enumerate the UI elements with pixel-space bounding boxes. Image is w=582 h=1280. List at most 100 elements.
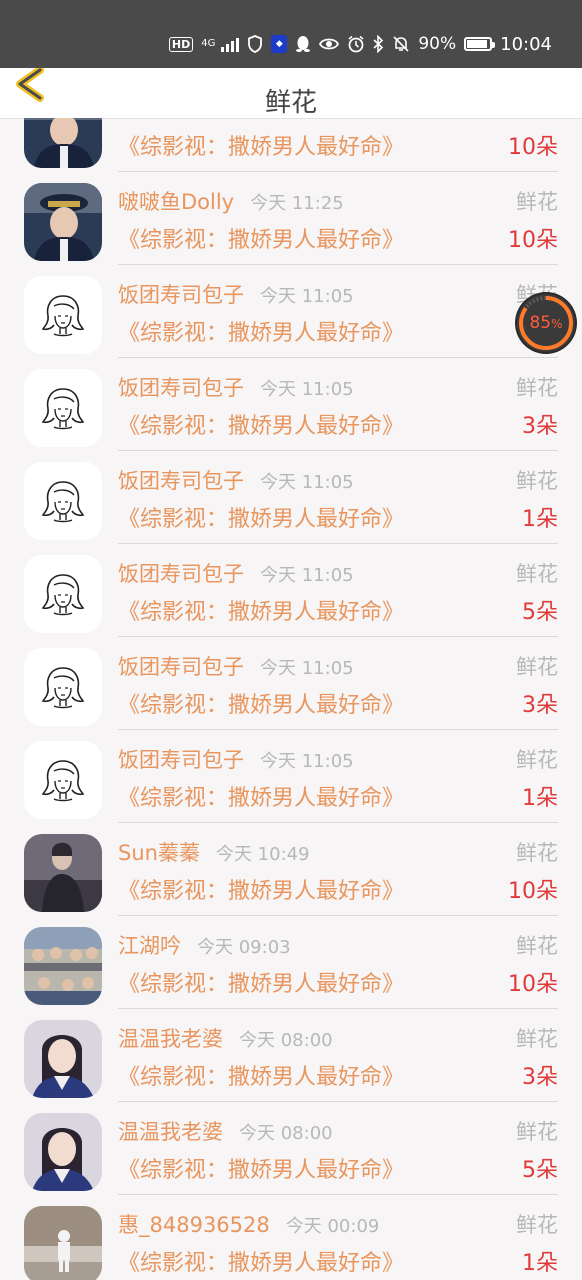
user-name[interactable]: 惠_848936528 (118, 1213, 270, 1237)
flower-count: 5朵 (522, 600, 558, 625)
user-name[interactable]: 温温我老婆 (118, 1027, 223, 1051)
gift-time: 今天 11:05 (260, 379, 354, 400)
book-title[interactable]: 《综影视：撒娇男人最好命》 (118, 873, 404, 905)
battery-icon (464, 37, 496, 51)
avatar[interactable] (24, 741, 102, 819)
flower-count: 1朵 (522, 1251, 558, 1276)
gift-type: 鲜花 (516, 748, 558, 772)
list-item[interactable]: 饭团寿司包子 今天 11:05 鲜花《综影视：撒娇男人最好命》 5朵 (0, 543, 582, 637)
book-title[interactable]: 《综影视：撒娇男人最好命》 (118, 315, 404, 347)
list-item[interactable]: 惠_848936528 今天 00:09 鲜花《综影视：撒娇男人最好命》 1朵 (0, 1194, 582, 1280)
avatar[interactable] (24, 555, 102, 633)
list-item[interactable]: 温温我老婆 今天 08:00 鲜花 《综影视：撒娇男人最好命》 5朵 (0, 1101, 582, 1195)
alarm-icon (347, 35, 365, 53)
list-item[interactable]: 啵啵鱼Dolly 今天 11:25 鲜花《综影视：撒娇男人最好命》 10朵 (0, 171, 582, 265)
gift-type: 鲜花 (516, 1027, 558, 1051)
avatar[interactable] (24, 1020, 102, 1098)
list-item-content: 惠_848936528 今天 00:09 鲜花《综影视：撒娇男人最好命》 1朵 (118, 1194, 558, 1280)
gift-type: 鲜花 (516, 190, 558, 214)
list-item[interactable]: 饭团寿司包子 今天 11:05 鲜花 《综影视：撒娇男人最好命》 1朵 (0, 729, 582, 823)
user-name[interactable]: 饭团寿司包子 (118, 562, 244, 586)
list-item-content: 饭团寿司包子 今天 11:05 鲜花 《综影视：撒娇男人最好命》 3朵 (118, 357, 558, 451)
list-item[interactable]: 饭团寿司包子 今天 11:05 鲜花《综影视：撒娇男人最好命》 1朵 (0, 450, 582, 544)
page-title: 鲜花 (264, 88, 317, 118)
gift-time: 今天 00:09 (285, 1216, 380, 1237)
gift-time: 今天 11:05 (260, 565, 354, 586)
user-name[interactable]: 饭团寿司包子 (118, 469, 244, 493)
eye-icon (319, 37, 340, 51)
user-name[interactable]: 饭团寿司包子 (118, 283, 244, 307)
user-name[interactable]: 啵啵鱼Dolly (118, 190, 234, 214)
battery-percent: 90% (418, 34, 457, 54)
status-bar: HD 4G ◆ 90% 10:04 (0, 0, 582, 68)
widget-value: 85 (529, 313, 552, 333)
avatar[interactable] (24, 118, 102, 168)
avatar[interactable] (24, 834, 102, 912)
book-title[interactable]: 《综影视：撒娇男人最好命》 (118, 966, 404, 998)
flower-gift-list[interactable]: 《综影视：撒娇男人最好命》 10朵 啵啵鱼Dolly 今天 11:25 鲜花 《综影视：撒… (0, 118, 582, 1280)
book-title[interactable]: 《综影视：撒娇男人最好命》 (118, 1152, 404, 1184)
gift-time: 今天 08:00 (239, 1030, 333, 1051)
list-item-content: 饭团寿司包子今天 11:05鲜花《综影视：撒娇男人最好命》 (118, 264, 558, 358)
flower-count: 10朵 (508, 228, 558, 253)
gift-type: 鲜花 (516, 934, 558, 958)
list-item-content: 《综影视：撒娇男人最好命》 10朵 (118, 118, 558, 172)
book-title[interactable]: 《综影视：撒娇男人最好命》 (118, 1059, 404, 1091)
list-item-content: 饭团寿司包子 今天 11:05 鲜花 《综影视：撒娇男人最好命》 1朵 (118, 729, 558, 823)
gift-time: 今天 11:25 (250, 193, 344, 214)
book-title[interactable]: 《综影视：撒娇男人最好命》 (118, 780, 404, 812)
avatar[interactable] (24, 462, 102, 540)
user-name[interactable]: 江湖吟 (118, 934, 181, 958)
gift-time: 今天 10:49 (215, 844, 310, 865)
list-item[interactable]: 饭团寿司包子 今天 11:05 鲜花 《综影视：撒娇男人最好命》 3朵 (0, 636, 582, 730)
user-name[interactable]: 饭团寿司包子 (118, 655, 244, 679)
gift-time: 今天 08:00 (239, 1123, 333, 1144)
avatar[interactable] (24, 1206, 102, 1280)
list-item[interactable]: 温温我老婆 今天 08:00 鲜花《综影视：撒娇男人最好命》 3朵 (0, 1008, 582, 1102)
avatar[interactable] (24, 648, 102, 726)
flower-count: 3朵 (522, 693, 558, 718)
user-name[interactable]: 饭团寿司包子 (118, 376, 244, 400)
avatar[interactable] (24, 183, 102, 261)
gift-time: 今天 09:03 (197, 937, 291, 958)
flower-count: 1朵 (522, 786, 558, 811)
list-item[interactable]: 江湖吟 今天 09:03 鲜花 《综影视：撒娇男人最好命》 10朵 (0, 915, 582, 1009)
avatar[interactable] (24, 1113, 102, 1191)
list-item-content: 啵啵鱼Dolly 今天 11:25 鲜花《综影视：撒娇男人最好命》 10朵 (118, 171, 558, 265)
book-title[interactable]: 《综影视：撒娇男人最好命》 (118, 222, 404, 254)
list-item[interactable]: Sun蓁蓁 今天 10:49 鲜花 《综影视：撒娇男人最好命》 10朵 (0, 822, 582, 916)
signal-icon (221, 36, 240, 52)
list-item[interactable]: 《综影视：撒娇男人最好命》 10朵 (0, 118, 582, 172)
network-type: 4G (201, 38, 216, 49)
gift-type: 鲜花 (516, 1213, 558, 1237)
gift-type: 鲜花 (516, 376, 558, 400)
book-title[interactable]: 《综影视：撒娇男人最好命》 (118, 129, 404, 161)
gift-type: 鲜花 (516, 655, 558, 679)
flower-count: 3朵 (522, 1065, 558, 1090)
book-title[interactable]: 《综影视：撒娇男人最好命》 (118, 408, 404, 440)
gift-time: 今天 11:05 (260, 472, 354, 493)
book-title[interactable]: 《综影视：撒娇男人最好命》 (118, 594, 404, 626)
book-title[interactable]: 《综影视：撒娇男人最好命》 (118, 1245, 404, 1277)
avatar[interactable] (24, 927, 102, 1005)
user-name[interactable]: 温温我老婆 (118, 1120, 223, 1144)
book-title[interactable]: 《综影视：撒娇男人最好命》 (118, 501, 404, 533)
gift-type: 鲜花 (516, 841, 558, 865)
user-name[interactable]: Sun蓁蓁 (118, 841, 200, 865)
gift-type: 鲜花 (516, 1120, 558, 1144)
avatar[interactable] (24, 276, 102, 354)
user-name[interactable]: 饭团寿司包子 (118, 748, 244, 772)
list-item[interactable]: 饭团寿司包子 今天 11:05 鲜花 《综影视：撒娇男人最好命》 3朵 (0, 357, 582, 451)
flower-count: 1朵 (522, 507, 558, 532)
gift-type: 鲜花 (516, 562, 558, 586)
list-item-content: Sun蓁蓁 今天 10:49 鲜花 《综影视：撒娇男人最好命》 10朵 (118, 822, 558, 916)
avatar[interactable] (24, 369, 102, 447)
performance-widget[interactable]: 85% (517, 294, 575, 352)
list-item-content: 饭团寿司包子 今天 11:05 鲜花《综影视：撒娇男人最好命》 5朵 (118, 543, 558, 637)
clock: 10:04 (500, 33, 552, 55)
list-item[interactable]: 饭团寿司包子今天 11:05鲜花《综影视：撒娇男人最好命》 (0, 264, 582, 358)
gift-type: 鲜花 (516, 469, 558, 493)
list-item-content: 饭团寿司包子 今天 11:05 鲜花 《综影视：撒娇男人最好命》 3朵 (118, 636, 558, 730)
book-title[interactable]: 《综影视：撒娇男人最好命》 (118, 687, 404, 719)
vpn-shield-icon (247, 35, 263, 53)
